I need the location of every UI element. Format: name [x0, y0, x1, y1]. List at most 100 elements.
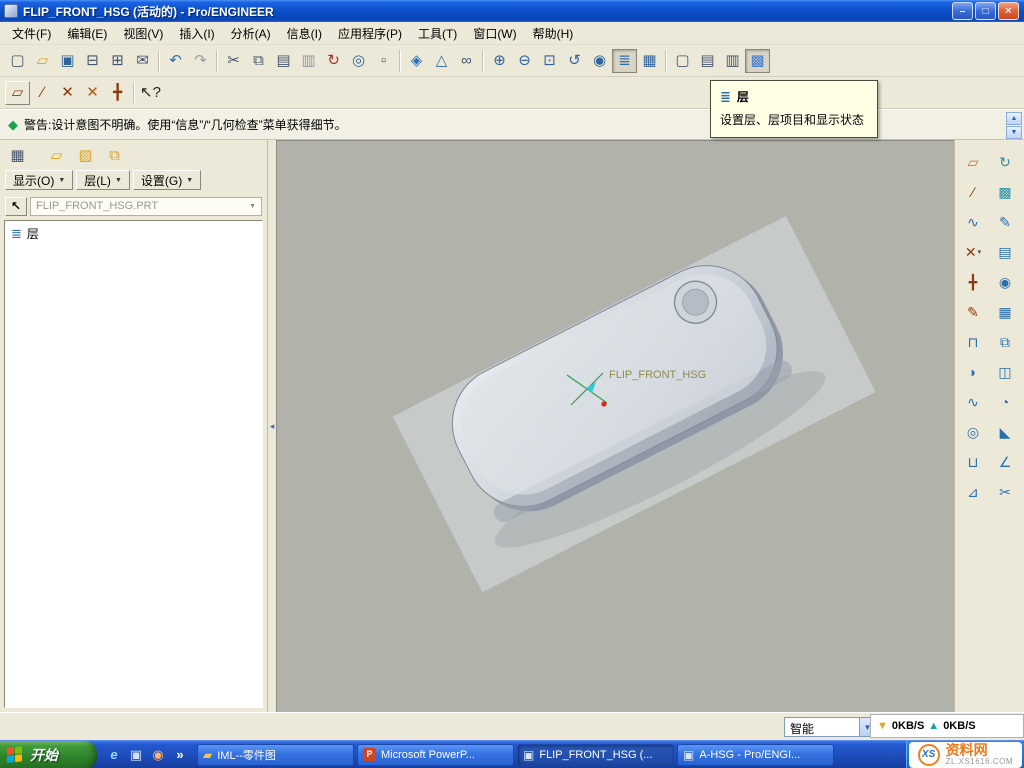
- select-cursor-icon[interactable]: ↖: [5, 197, 27, 216]
- saved-views-icon[interactable]: ◉: [587, 49, 612, 73]
- pattern-icon[interactable]: ⧉: [993, 330, 1018, 353]
- analysis-display-icon[interactable]: △: [429, 49, 454, 73]
- hole-icon[interactable]: ◎: [961, 420, 986, 443]
- scroll-down-icon[interactable]: ▼: [1006, 126, 1022, 139]
- minimize-button[interactable]: –: [952, 2, 973, 20]
- smart-filter-icon[interactable]: ◈: [404, 49, 429, 73]
- print-icon[interactable]: ⊟: [80, 49, 105, 73]
- print-preview-icon[interactable]: ⊞: [105, 49, 130, 73]
- scroll-up-icon[interactable]: ▲: [1006, 112, 1022, 125]
- menu-item[interactable]: 编辑(E): [59, 23, 115, 44]
- info-icon[interactable]: ◉: [993, 270, 1018, 293]
- show-tree-icon[interactable]: ▱: [44, 143, 69, 167]
- rib-icon[interactable]: ⊿: [961, 480, 986, 503]
- ie-icon[interactable]: e: [104, 745, 124, 765]
- copy-icon[interactable]: ⧉: [246, 49, 271, 73]
- email-icon[interactable]: ✉: [130, 49, 155, 73]
- reorient-icon[interactable]: ↺: [562, 49, 587, 73]
- layer-tree-icon[interactable]: ▨: [73, 143, 98, 167]
- trim-icon[interactable]: ✂: [993, 480, 1018, 503]
- find-icon[interactable]: ◎: [346, 49, 371, 73]
- extrude-icon[interactable]: ⊓: [961, 330, 986, 353]
- collapse-panel-icon[interactable]: ◂: [269, 407, 276, 445]
- draft-icon[interactable]: ∠: [993, 450, 1018, 473]
- paste-special-icon[interactable]: ▥: [296, 49, 321, 73]
- selection-filter-combobox[interactable]: 智能 ▼: [784, 717, 876, 737]
- mirror-icon[interactable]: ◫: [993, 360, 1018, 383]
- task-powerpoint[interactable]: PMicrosoft PowerP...: [357, 744, 514, 766]
- task-flip-front-hsg[interactable]: ▣FLIP_FRONT_HSG (...: [517, 744, 674, 766]
- datum-point-tool-icon[interactable]: ✕: [55, 81, 80, 105]
- save-icon[interactable]: ▣: [55, 49, 80, 73]
- chamfer-icon[interactable]: ◣: [993, 420, 1018, 443]
- layer-tree-icon: ▨: [78, 148, 92, 163]
- overflow-chevron-icon[interactable]: »: [170, 745, 190, 765]
- regenerate-icon[interactable]: ↻: [321, 49, 346, 73]
- view-manager-icon[interactable]: ▦: [637, 49, 662, 73]
- layers-icon[interactable]: ≣: [612, 49, 637, 73]
- menu-item[interactable]: 工具(T): [410, 23, 465, 44]
- new-file-icon[interactable]: ▢: [5, 49, 30, 73]
- redo-icon[interactable]: ↷: [188, 49, 213, 73]
- wireframe-display-icon[interactable]: ▢: [670, 49, 695, 73]
- nohidden-display-icon[interactable]: ▥: [720, 49, 745, 73]
- tree-filter-icon[interactable]: ⧉: [102, 143, 127, 167]
- redraw-icon[interactable]: ↻: [993, 150, 1018, 173]
- task-iml-folder[interactable]: ▰IML--零件图: [197, 744, 354, 766]
- sweep-icon[interactable]: ∿: [961, 390, 986, 413]
- revolve-icon[interactable]: ◗: [961, 360, 986, 383]
- datum-axis-icon[interactable]: ∕: [961, 180, 986, 203]
- shaded-display-icon[interactable]: ▩: [745, 49, 770, 73]
- shell-icon[interactable]: ⊔: [961, 450, 986, 473]
- undo-icon[interactable]: ↶: [163, 49, 188, 73]
- refit-icon[interactable]: ⊡: [537, 49, 562, 73]
- datum-axis-tool-icon[interactable]: ∕: [30, 81, 55, 105]
- menu-item[interactable]: 信息(I): [279, 23, 330, 44]
- spectacles-icon[interactable]: ∞: [454, 49, 479, 73]
- datum-offset-point-tool-icon[interactable]: ✕: [80, 81, 105, 105]
- menu-item[interactable]: 窗口(W): [465, 23, 524, 44]
- grid-icon[interactable]: ▦: [993, 300, 1018, 323]
- zoom-in-icon[interactable]: ⊕: [487, 49, 512, 73]
- layer-tree-root[interactable]: ≣ 层: [5, 221, 262, 246]
- panel-menu-button[interactable]: 设置(G)▼: [133, 170, 201, 190]
- datum-point-icon[interactable]: ✕▾: [961, 240, 986, 263]
- datum-curve-icon[interactable]: ∿: [961, 210, 986, 233]
- sketch-tool-icon[interactable]: ✎: [961, 300, 986, 323]
- paste-icon[interactable]: ▤: [271, 49, 296, 73]
- menu-item[interactable]: 视图(V): [115, 23, 171, 44]
- menu-item[interactable]: 文件(F): [4, 23, 59, 44]
- hiddenline-display-icon[interactable]: ▤: [695, 49, 720, 73]
- maximize-button[interactable]: □: [975, 2, 996, 20]
- zoom-out-icon[interactable]: ⊖: [512, 49, 537, 73]
- cut-icon[interactable]: ✂: [221, 49, 246, 73]
- panel-splitter[interactable]: ◂: [268, 140, 276, 712]
- menu-item[interactable]: 分析(A): [223, 23, 279, 44]
- open-folder-icon[interactable]: ▱: [30, 49, 55, 73]
- sketch-tool-icon: ✎: [967, 305, 979, 319]
- active-model-combobox[interactable]: FLIP_FRONT_HSG.PRT ▼: [30, 197, 262, 216]
- menu-item[interactable]: 插入(I): [171, 23, 222, 44]
- main-toolbar: ▢▱▣⊟⊞✉↶↷✂⧉▤▥↻◎▫◈△∞⊕⊖⊡↺◉≣▦▢▤▥▩: [0, 45, 1024, 77]
- close-button[interactable]: ✕: [998, 2, 1019, 20]
- round-icon[interactable]: ◔: [993, 390, 1018, 413]
- show-desktop-icon[interactable]: ▣: [126, 745, 146, 765]
- datum-csys-tool-icon[interactable]: ╋: [105, 81, 130, 105]
- sketch-view-icon[interactable]: ✎: [993, 210, 1018, 233]
- shade-icon[interactable]: ▩: [993, 180, 1018, 203]
- panel-menu-button[interactable]: 显示(O)▼: [5, 170, 73, 190]
- feature-list-icon[interactable]: ▤: [993, 240, 1018, 263]
- context-help-icon[interactable]: ↖?: [138, 81, 163, 105]
- menu-item[interactable]: 应用程序(P): [330, 23, 410, 44]
- media-player-icon[interactable]: ◉: [148, 745, 168, 765]
- select-box-icon[interactable]: ▫: [371, 49, 396, 73]
- csys-icon[interactable]: ╋: [961, 270, 986, 293]
- datum-plane-tool-icon[interactable]: ▱: [5, 81, 30, 105]
- tree-columns-icon[interactable]: ▦: [5, 143, 30, 167]
- start-button[interactable]: 开始: [0, 741, 97, 768]
- panel-menu-button[interactable]: 层(L)▼: [76, 170, 130, 190]
- menu-item[interactable]: 帮助(H): [525, 23, 582, 44]
- task-a-hsg[interactable]: ▣A-HSG - Pro/ENGI...: [677, 744, 834, 766]
- datum-plane-icon[interactable]: ▱: [961, 150, 986, 173]
- graphics-viewport[interactable]: FLIP_FRONT_HSG: [276, 140, 954, 712]
